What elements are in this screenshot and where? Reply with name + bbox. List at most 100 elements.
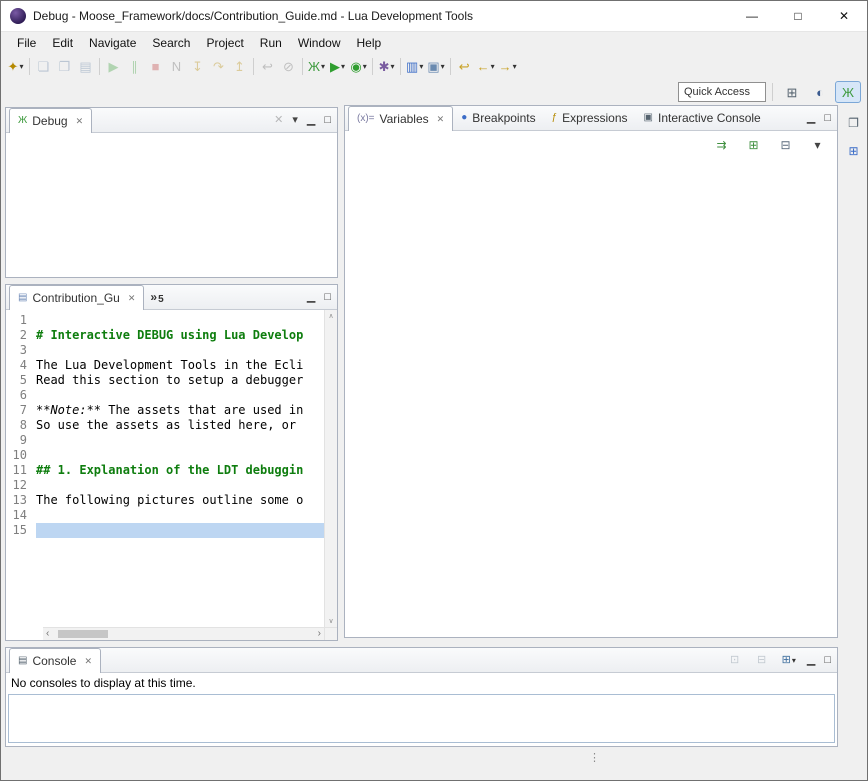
maximize-icon[interactable]: □	[324, 292, 331, 303]
menu-item[interactable]: Edit	[44, 33, 81, 53]
line-number[interactable]: 9	[6, 433, 36, 448]
hidden-editors-indicator[interactable]: »5	[144, 285, 169, 309]
tab-debug[interactable]: Ж Debug ✕	[9, 108, 92, 133]
menu-item[interactable]: Help	[349, 33, 390, 53]
code-line[interactable]: 4 The Lua Development Tools in the Ecli	[6, 358, 324, 373]
close-button[interactable]: ✕	[821, 1, 867, 31]
step-over-icon[interactable]: ↷	[208, 55, 229, 77]
console-empty-area[interactable]	[8, 694, 835, 743]
minimize-icon[interactable]: ▁	[307, 292, 315, 303]
open-perspective-icon[interactable]: ⊞	[779, 81, 805, 103]
suspend-icon[interactable]: ∥	[124, 55, 145, 77]
line-number[interactable]: 4	[6, 358, 36, 373]
code-line[interactable]: 5 Read this section to setup a debugger	[6, 373, 324, 388]
code-line[interactable]: 14	[6, 508, 324, 523]
show-type-names-icon[interactable]: ⇉	[711, 134, 732, 156]
close-icon[interactable]: ✕	[437, 114, 445, 125]
code-line[interactable]: 1	[6, 313, 324, 328]
menu-item[interactable]: Project	[198, 33, 251, 53]
menu-item[interactable]: Search	[144, 33, 198, 53]
menu-item[interactable]: Run	[252, 33, 290, 53]
run-icon[interactable]: ▶▾	[327, 55, 348, 77]
view-menu-icon[interactable]: ▾	[292, 115, 298, 126]
code-line[interactable]: 12	[6, 478, 324, 493]
step-return-icon[interactable]: ↥	[229, 55, 250, 77]
use-step-filters-icon[interactable]: ⊘	[278, 55, 299, 77]
minimize-icon[interactable]: ▁	[807, 655, 815, 666]
maximize-button[interactable]: □	[775, 1, 821, 31]
scroll-left-icon[interactable]: ‹	[43, 629, 52, 639]
minimize-icon[interactable]: ▁	[807, 113, 815, 124]
code-line[interactable]: 2 # Interactive DEBUG using Lua Develop	[6, 328, 324, 343]
resume-icon[interactable]: ▶	[103, 55, 124, 77]
line-number[interactable]: 3	[6, 343, 36, 358]
disconnect-icon[interactable]: N	[166, 55, 187, 77]
menu-item[interactable]: Navigate	[81, 33, 144, 53]
maximize-icon[interactable]: □	[324, 115, 331, 126]
scrollbar-track[interactable]	[52, 628, 314, 640]
tab-console[interactable]: ▤ Console ✕	[9, 648, 101, 673]
code-line[interactable]: 7 **Note:** The assets that are used in	[6, 403, 324, 418]
collapse-all-icon[interactable]: ⊟	[775, 134, 796, 156]
code-editor[interactable]: 1 2 # Interactive DEBUG using Lua Develo…	[6, 310, 324, 627]
line-number[interactable]: 14	[6, 508, 36, 523]
scroll-right-icon[interactable]: ›	[315, 629, 324, 639]
forward-icon[interactable]: →▾	[497, 55, 519, 77]
remove-all-terminated-icon[interactable]: ✕	[274, 115, 283, 126]
line-number[interactable]: 10	[6, 448, 36, 463]
show-logical-structures-icon[interactable]: ⊞	[743, 134, 764, 156]
debug-perspective-icon[interactable]: Ж	[835, 81, 861, 103]
line-number[interactable]: 11	[6, 463, 36, 478]
code-line[interactable]: 8 So use the assets as listed here, or	[6, 418, 324, 433]
profile-icon[interactable]: ◉▾	[348, 55, 369, 77]
external-tools-icon[interactable]: ✱▾	[376, 55, 397, 77]
maximize-icon[interactable]: □	[824, 113, 831, 124]
back-icon[interactable]: ←▾	[475, 55, 497, 77]
step-into-icon[interactable]: ↧	[187, 55, 208, 77]
debug-content[interactable]	[6, 133, 337, 277]
save-icon[interactable]: ❏	[33, 55, 54, 77]
tab-variables[interactable]: (x)= Variables ✕	[348, 106, 453, 131]
maximize-icon[interactable]: □	[824, 655, 831, 666]
scroll-up-icon[interactable]: ∧	[328, 312, 333, 320]
code-line[interactable]: 9	[6, 433, 324, 448]
menu-item[interactable]: Window	[290, 33, 349, 53]
new-wizard-icon[interactable]: ✦▾	[5, 55, 26, 77]
minimize-button[interactable]: —	[729, 1, 775, 31]
close-icon[interactable]: ✕	[84, 656, 92, 667]
line-number[interactable]: 5	[6, 373, 36, 388]
print-icon[interactable]: ▤	[75, 55, 96, 77]
code-line[interactable]: 3	[6, 343, 324, 358]
tab-expressions[interactable]: ƒ Expressions	[544, 106, 636, 130]
minimize-icon[interactable]: ▁	[307, 115, 315, 126]
line-number[interactable]: 12	[6, 478, 36, 493]
close-icon[interactable]: ✕	[76, 116, 84, 127]
line-number[interactable]: 6	[6, 388, 36, 403]
scrollbar-thumb[interactable]	[58, 630, 108, 638]
tab-contribution-guide[interactable]: ▤ Contribution_Gu ✕	[9, 285, 144, 310]
line-number[interactable]: 13	[6, 493, 36, 508]
menu-item[interactable]: File	[9, 33, 44, 53]
line-number[interactable]: 7	[6, 403, 36, 418]
terminate-icon[interactable]: ■	[145, 55, 166, 77]
new-lua-wizard-icon[interactable]: ▥▾	[404, 55, 425, 77]
line-number[interactable]: 1	[6, 313, 36, 328]
sash-grip-icon[interactable]: ⋮	[589, 751, 600, 764]
debug-icon[interactable]: Ж▾	[306, 55, 327, 77]
minimized-view-grid-icon[interactable]: ⊞	[843, 141, 865, 161]
code-line[interactable]: 10	[6, 448, 324, 463]
code-line[interactable]: 15	[6, 523, 324, 538]
open-element-icon[interactable]: ▣▾	[425, 55, 446, 77]
display-selected-console-icon[interactable]: ⊟	[753, 651, 771, 671]
open-console-icon[interactable]: ⊞▾	[780, 651, 798, 671]
pin-console-icon[interactable]: ⊡	[726, 651, 744, 671]
tab-interactive-console[interactable]: ▣ Interactive Console	[636, 106, 769, 130]
code-line[interactable]: 11 ## 1. Explanation of the LDT debuggin	[6, 463, 324, 478]
editor-vscrollbar[interactable]: ∧ ∨	[324, 310, 337, 627]
lua-perspective-icon[interactable]: ◐	[807, 81, 833, 103]
variables-content[interactable]	[345, 158, 837, 637]
editor-hscrollbar[interactable]: ‹ ›	[43, 627, 324, 640]
drop-to-frame-icon[interactable]: ↩	[257, 55, 278, 77]
view-menu-icon[interactable]: ▾	[807, 134, 828, 156]
close-icon[interactable]: ✕	[128, 293, 136, 304]
